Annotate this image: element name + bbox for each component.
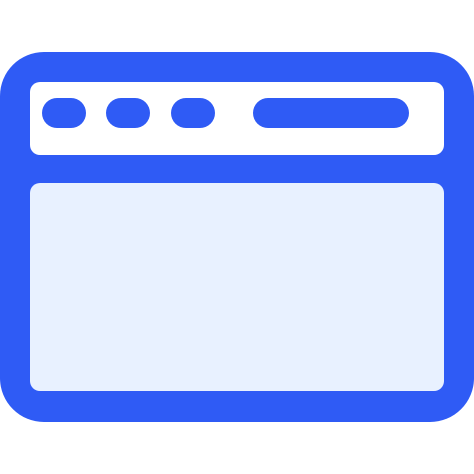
window-control-dot-3 [171,98,215,128]
window-control-dot-1 [42,98,86,128]
window-control-dot-2 [106,98,150,128]
address-bar [253,98,409,128]
browser-window-svg [0,52,474,422]
content-area [30,183,444,391]
browser-window-icon [0,0,474,474]
